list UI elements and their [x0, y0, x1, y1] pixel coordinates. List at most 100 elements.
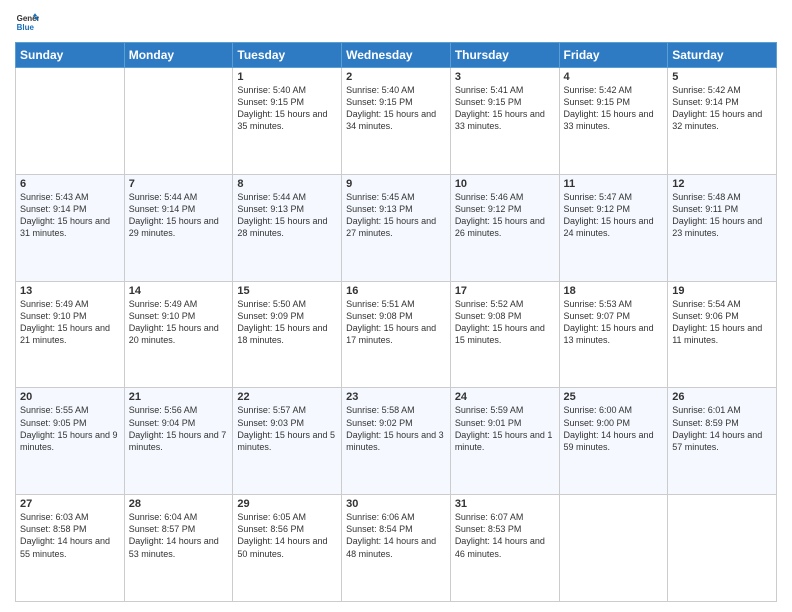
calendar-cell: 14Sunrise: 5:49 AM Sunset: 9:10 PM Dayli…	[124, 281, 233, 388]
calendar-cell: 17Sunrise: 5:52 AM Sunset: 9:08 PM Dayli…	[450, 281, 559, 388]
day-number: 8	[237, 178, 337, 190]
day-number: 12	[672, 178, 772, 190]
day-info: Sunrise: 5:58 AM Sunset: 9:02 PM Dayligh…	[346, 404, 446, 453]
day-info: Sunrise: 5:43 AM Sunset: 9:14 PM Dayligh…	[20, 191, 120, 240]
day-number: 9	[346, 178, 446, 190]
calendar-cell	[559, 495, 668, 602]
calendar-cell: 29Sunrise: 6:05 AM Sunset: 8:56 PM Dayli…	[233, 495, 342, 602]
day-number: 4	[564, 71, 664, 83]
calendar-cell: 24Sunrise: 5:59 AM Sunset: 9:01 PM Dayli…	[450, 388, 559, 495]
calendar-cell: 9Sunrise: 5:45 AM Sunset: 9:13 PM Daylig…	[342, 174, 451, 281]
calendar-cell: 18Sunrise: 5:53 AM Sunset: 9:07 PM Dayli…	[559, 281, 668, 388]
day-number: 6	[20, 178, 120, 190]
calendar-week-3: 13Sunrise: 5:49 AM Sunset: 9:10 PM Dayli…	[16, 281, 777, 388]
day-number: 27	[20, 498, 120, 510]
calendar-cell	[16, 68, 125, 175]
day-number: 18	[564, 285, 664, 297]
calendar-header-tuesday: Tuesday	[233, 43, 342, 68]
calendar-cell	[124, 68, 233, 175]
day-info: Sunrise: 5:50 AM Sunset: 9:09 PM Dayligh…	[237, 298, 337, 347]
calendar-cell	[668, 495, 777, 602]
day-number: 5	[672, 71, 772, 83]
calendar-cell: 22Sunrise: 5:57 AM Sunset: 9:03 PM Dayli…	[233, 388, 342, 495]
day-number: 26	[672, 391, 772, 403]
logo-icon: General Blue	[15, 10, 39, 34]
day-number: 17	[455, 285, 555, 297]
day-number: 2	[346, 71, 446, 83]
day-number: 21	[129, 391, 229, 403]
calendar-week-5: 27Sunrise: 6:03 AM Sunset: 8:58 PM Dayli…	[16, 495, 777, 602]
day-info: Sunrise: 5:45 AM Sunset: 9:13 PM Dayligh…	[346, 191, 446, 240]
calendar-cell: 6Sunrise: 5:43 AM Sunset: 9:14 PM Daylig…	[16, 174, 125, 281]
calendar-cell: 4Sunrise: 5:42 AM Sunset: 9:15 PM Daylig…	[559, 68, 668, 175]
calendar-week-2: 6Sunrise: 5:43 AM Sunset: 9:14 PM Daylig…	[16, 174, 777, 281]
day-number: 23	[346, 391, 446, 403]
day-info: Sunrise: 5:54 AM Sunset: 9:06 PM Dayligh…	[672, 298, 772, 347]
day-info: Sunrise: 6:04 AM Sunset: 8:57 PM Dayligh…	[129, 511, 229, 560]
calendar-week-4: 20Sunrise: 5:55 AM Sunset: 9:05 PM Dayli…	[16, 388, 777, 495]
day-info: Sunrise: 5:47 AM Sunset: 9:12 PM Dayligh…	[564, 191, 664, 240]
calendar-header-thursday: Thursday	[450, 43, 559, 68]
calendar-header-wednesday: Wednesday	[342, 43, 451, 68]
page: General Blue SundayMondayTuesdayWednesda…	[0, 0, 792, 612]
calendar-cell: 5Sunrise: 5:42 AM Sunset: 9:14 PM Daylig…	[668, 68, 777, 175]
day-number: 31	[455, 498, 555, 510]
calendar-header-friday: Friday	[559, 43, 668, 68]
day-number: 22	[237, 391, 337, 403]
day-number: 14	[129, 285, 229, 297]
calendar-cell: 11Sunrise: 5:47 AM Sunset: 9:12 PM Dayli…	[559, 174, 668, 281]
day-number: 1	[237, 71, 337, 83]
calendar-cell: 8Sunrise: 5:44 AM Sunset: 9:13 PM Daylig…	[233, 174, 342, 281]
calendar-cell: 1Sunrise: 5:40 AM Sunset: 9:15 PM Daylig…	[233, 68, 342, 175]
calendar-cell: 25Sunrise: 6:00 AM Sunset: 9:00 PM Dayli…	[559, 388, 668, 495]
calendar-table: SundayMondayTuesdayWednesdayThursdayFrid…	[15, 42, 777, 602]
day-info: Sunrise: 6:05 AM Sunset: 8:56 PM Dayligh…	[237, 511, 337, 560]
day-info: Sunrise: 5:55 AM Sunset: 9:05 PM Dayligh…	[20, 404, 120, 453]
day-info: Sunrise: 6:06 AM Sunset: 8:54 PM Dayligh…	[346, 511, 446, 560]
calendar-header-monday: Monday	[124, 43, 233, 68]
day-number: 29	[237, 498, 337, 510]
day-number: 11	[564, 178, 664, 190]
day-info: Sunrise: 5:46 AM Sunset: 9:12 PM Dayligh…	[455, 191, 555, 240]
calendar-cell: 3Sunrise: 5:41 AM Sunset: 9:15 PM Daylig…	[450, 68, 559, 175]
day-info: Sunrise: 5:51 AM Sunset: 9:08 PM Dayligh…	[346, 298, 446, 347]
day-number: 13	[20, 285, 120, 297]
day-info: Sunrise: 5:40 AM Sunset: 9:15 PM Dayligh…	[346, 84, 446, 133]
day-number: 24	[455, 391, 555, 403]
calendar-cell: 7Sunrise: 5:44 AM Sunset: 9:14 PM Daylig…	[124, 174, 233, 281]
calendar-cell: 31Sunrise: 6:07 AM Sunset: 8:53 PM Dayli…	[450, 495, 559, 602]
svg-text:Blue: Blue	[17, 23, 35, 32]
day-info: Sunrise: 5:40 AM Sunset: 9:15 PM Dayligh…	[237, 84, 337, 133]
day-info: Sunrise: 5:42 AM Sunset: 9:14 PM Dayligh…	[672, 84, 772, 133]
day-info: Sunrise: 6:01 AM Sunset: 8:59 PM Dayligh…	[672, 404, 772, 453]
calendar-header-sunday: Sunday	[16, 43, 125, 68]
day-number: 10	[455, 178, 555, 190]
logo: General Blue	[15, 10, 41, 34]
day-info: Sunrise: 5:53 AM Sunset: 9:07 PM Dayligh…	[564, 298, 664, 347]
day-number: 28	[129, 498, 229, 510]
calendar-cell: 15Sunrise: 5:50 AM Sunset: 9:09 PM Dayli…	[233, 281, 342, 388]
day-number: 25	[564, 391, 664, 403]
calendar-cell: 16Sunrise: 5:51 AM Sunset: 9:08 PM Dayli…	[342, 281, 451, 388]
day-info: Sunrise: 5:56 AM Sunset: 9:04 PM Dayligh…	[129, 404, 229, 453]
calendar-cell: 12Sunrise: 5:48 AM Sunset: 9:11 PM Dayli…	[668, 174, 777, 281]
day-info: Sunrise: 5:42 AM Sunset: 9:15 PM Dayligh…	[564, 84, 664, 133]
day-info: Sunrise: 5:41 AM Sunset: 9:15 PM Dayligh…	[455, 84, 555, 133]
day-info: Sunrise: 5:59 AM Sunset: 9:01 PM Dayligh…	[455, 404, 555, 453]
day-number: 19	[672, 285, 772, 297]
calendar-cell: 28Sunrise: 6:04 AM Sunset: 8:57 PM Dayli…	[124, 495, 233, 602]
calendar-cell: 21Sunrise: 5:56 AM Sunset: 9:04 PM Dayli…	[124, 388, 233, 495]
day-info: Sunrise: 5:52 AM Sunset: 9:08 PM Dayligh…	[455, 298, 555, 347]
day-number: 30	[346, 498, 446, 510]
day-info: Sunrise: 5:49 AM Sunset: 9:10 PM Dayligh…	[129, 298, 229, 347]
day-info: Sunrise: 5:44 AM Sunset: 9:13 PM Dayligh…	[237, 191, 337, 240]
day-number: 16	[346, 285, 446, 297]
day-number: 15	[237, 285, 337, 297]
day-info: Sunrise: 6:07 AM Sunset: 8:53 PM Dayligh…	[455, 511, 555, 560]
day-info: Sunrise: 6:03 AM Sunset: 8:58 PM Dayligh…	[20, 511, 120, 560]
day-info: Sunrise: 6:00 AM Sunset: 9:00 PM Dayligh…	[564, 404, 664, 453]
calendar-cell: 23Sunrise: 5:58 AM Sunset: 9:02 PM Dayli…	[342, 388, 451, 495]
calendar-cell: 10Sunrise: 5:46 AM Sunset: 9:12 PM Dayli…	[450, 174, 559, 281]
calendar-cell: 19Sunrise: 5:54 AM Sunset: 9:06 PM Dayli…	[668, 281, 777, 388]
day-info: Sunrise: 5:49 AM Sunset: 9:10 PM Dayligh…	[20, 298, 120, 347]
